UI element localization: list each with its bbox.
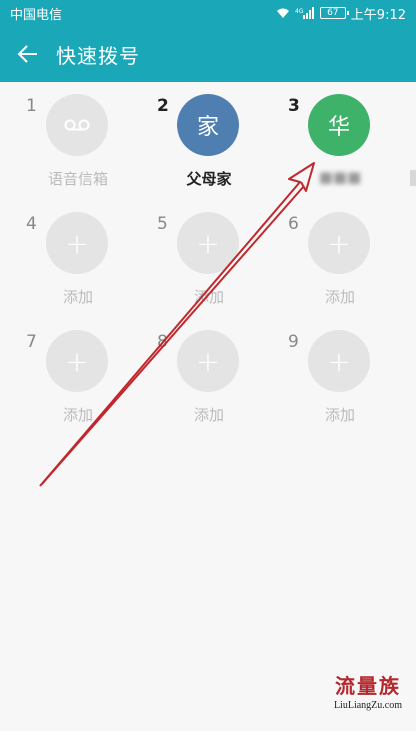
- plus-icon: +: [65, 344, 89, 378]
- slot-label-redacted: ■■■: [318, 168, 362, 186]
- speed-dial-slot-7[interactable]: 7 + 添加: [0, 318, 130, 433]
- speed-dial-slot-1[interactable]: 1 语音信箱: [0, 82, 130, 197]
- add-contact-button[interactable]: +: [308, 330, 370, 392]
- plus-icon: +: [196, 344, 220, 378]
- slot-number: 3: [288, 96, 300, 116]
- add-contact-button[interactable]: +: [46, 212, 108, 274]
- slot-label: 添加: [193, 406, 224, 424]
- slot-number: 5: [157, 214, 168, 234]
- carrier-name: 中国电信: [10, 7, 63, 23]
- contact-avatar: 华: [308, 94, 370, 156]
- signal-icon: 4G: [295, 7, 314, 19]
- speed-dial-slot-3[interactable]: 3 华 ■■■: [262, 82, 392, 197]
- plus-icon: +: [65, 226, 89, 260]
- status-bar: 中国电信 4G 67 上午9:12: [0, 0, 416, 26]
- battery-icon: 67: [319, 7, 349, 19]
- speed-dial-slot-4[interactable]: 4 + 添加: [0, 200, 130, 315]
- wifi-icon: [276, 8, 289, 18]
- slot-number: 4: [26, 214, 37, 234]
- watermark-logo: 流量族: [334, 674, 401, 698]
- contact-avatar: 家: [177, 94, 239, 156]
- slot-number: 9: [288, 332, 299, 352]
- speed-dial-slot-2[interactable]: 2 家 父母家: [131, 82, 261, 197]
- svg-text:4G: 4G: [295, 8, 304, 15]
- speed-dial-slot-8[interactable]: 8 + 添加: [131, 318, 261, 433]
- plus-icon: +: [196, 226, 220, 260]
- add-contact-button[interactable]: +: [308, 212, 370, 274]
- add-contact-button[interactable]: +: [177, 212, 239, 274]
- speed-dial-slot-5[interactable]: 5 + 添加: [131, 200, 261, 315]
- slot-number: 2: [157, 96, 169, 116]
- voicemail-icon: [46, 94, 108, 156]
- slot-number: 1: [26, 96, 37, 116]
- slot-label: 父母家: [186, 170, 232, 188]
- watermark: 流量族 LiuLiangZu.com: [334, 670, 402, 711]
- arrow-left-icon[interactable]: [0, 26, 56, 82]
- page-title: 快速拨号: [56, 43, 140, 68]
- slot-label: 添加: [193, 288, 224, 306]
- scroll-indicator: [410, 170, 416, 186]
- slot-number: 6: [288, 214, 299, 234]
- slot-label: 添加: [324, 406, 355, 424]
- watermark-url: LiuLiangZu.com: [333, 700, 402, 711]
- slot-number: 8: [157, 332, 168, 352]
- speed-dial-slot-9[interactable]: 9 + 添加: [262, 318, 392, 433]
- add-contact-button[interactable]: +: [177, 330, 239, 392]
- slot-label: 添加: [62, 288, 93, 306]
- slot-label: 添加: [324, 288, 355, 306]
- slot-label: 添加: [62, 406, 93, 424]
- add-contact-button[interactable]: +: [46, 330, 108, 392]
- speed-dial-slot-6[interactable]: 6 + 添加: [262, 200, 392, 315]
- clock: 上午9:12: [350, 7, 406, 23]
- plus-icon: +: [327, 344, 351, 378]
- slot-number: 7: [26, 332, 37, 352]
- app-bar: 快速拨号: [0, 26, 416, 82]
- status-icons: 4G 67 上午9:12: [276, 4, 406, 23]
- slot-label: 语音信箱: [47, 170, 108, 188]
- plus-icon: +: [327, 226, 351, 260]
